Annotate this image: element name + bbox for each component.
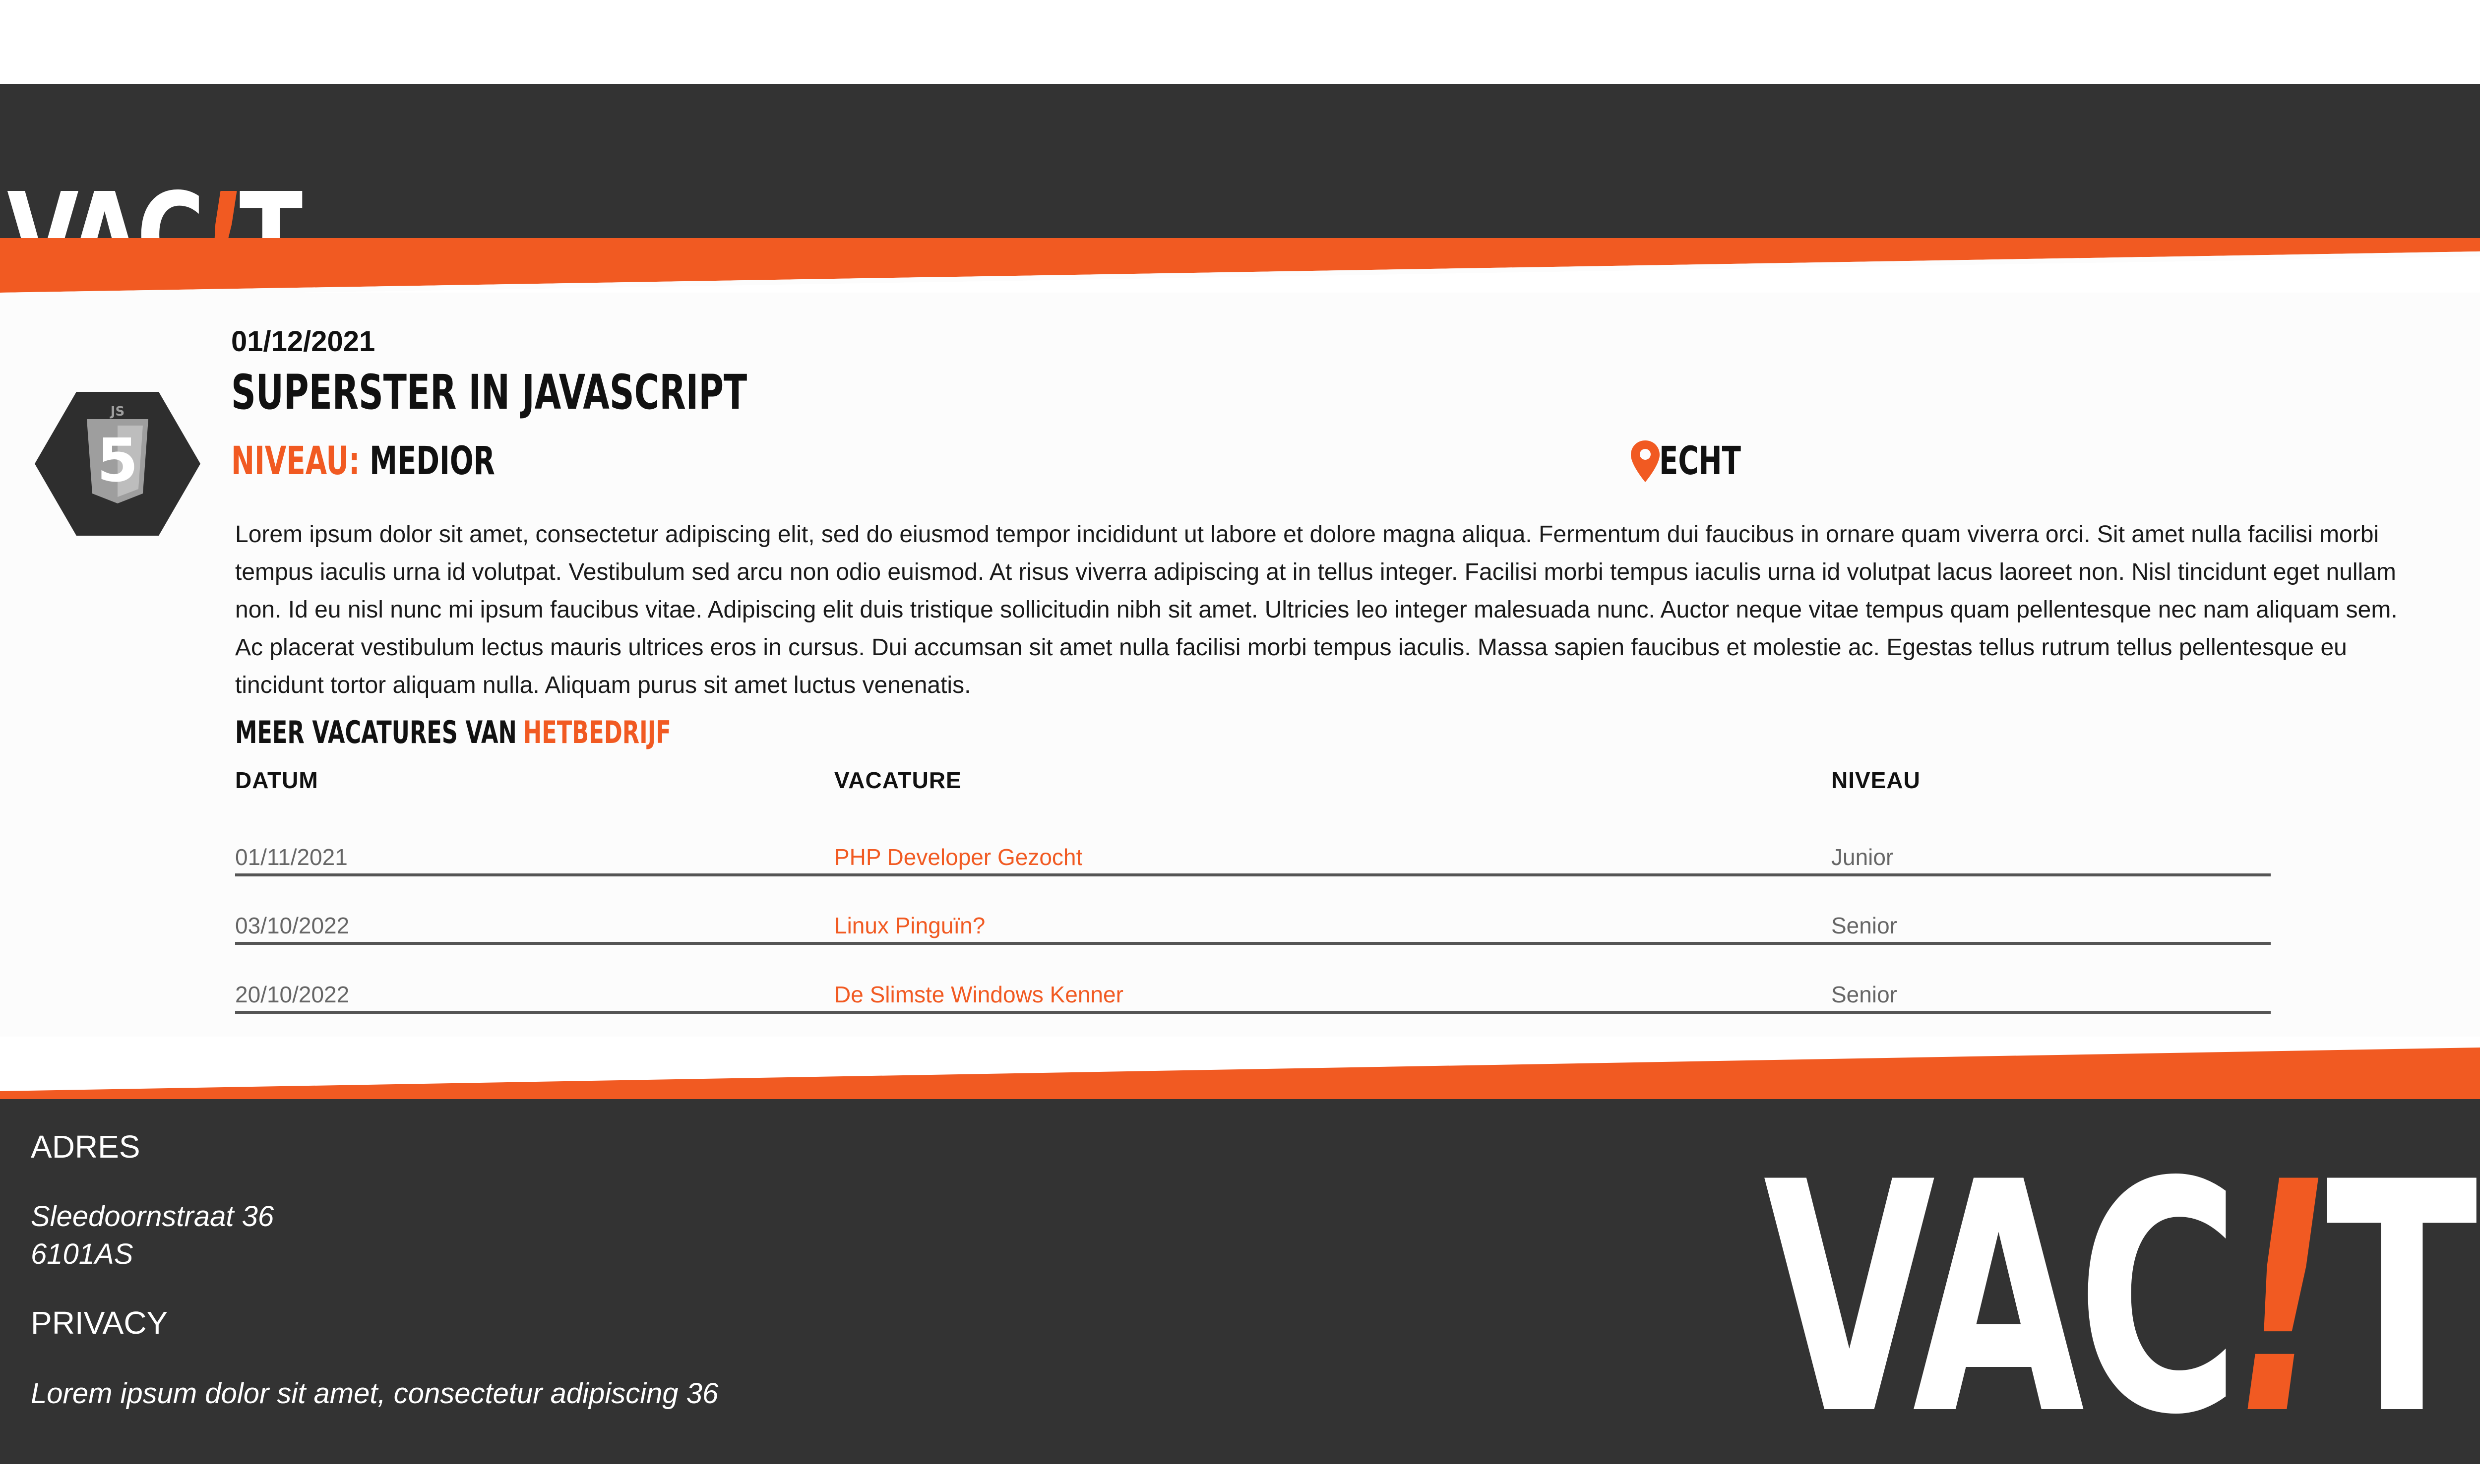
job-level: NIVEAU: MEDIOR (231, 439, 495, 484)
column-header-vacancy: VACATURE (834, 767, 962, 793)
logo-text-prefix: VAC (1763, 1114, 2240, 1484)
row-vacancy-link[interactable]: PHP Developer Gezocht (834, 844, 1082, 870)
table-row: 20/10/2022 De Slimste Windows Kenner Sen… (235, 981, 2271, 1014)
row-date: 20/10/2022 (235, 982, 350, 1007)
row-level: Senior (1831, 982, 1897, 1007)
row-level: Junior (1831, 844, 1894, 870)
column-header-date: DATUM (235, 767, 318, 793)
footer-orange-stripe (0, 1047, 2480, 1101)
job-date: 01/12/2021 (231, 325, 375, 358)
job-location-text: ECHT (1659, 439, 1741, 484)
job-title: SUPERSTER IN JAVASCRIPT (231, 365, 747, 420)
column-header-level: NIVEAU (1831, 767, 1921, 793)
address-street: Sleedoornstraat 36 (31, 1200, 274, 1233)
row-level: Senior (1831, 913, 1897, 938)
js-shield-icon: JS 5 (35, 392, 200, 536)
header-orange-stripe (0, 238, 2480, 293)
table-row: 03/10/2022 Linux Pinguïn? Senior (235, 912, 2271, 945)
privacy-heading: PRIVACY (31, 1305, 168, 1341)
privacy-text: Lorem ipsum dolor sit amet, consectetur … (31, 1377, 719, 1410)
svg-text:JS: JS (110, 404, 124, 419)
row-vacancy-link[interactable]: De Slimste Windows Kenner (834, 981, 1123, 1008)
address-heading: ADRES (31, 1129, 140, 1165)
svg-text:5: 5 (97, 427, 138, 495)
logo-exclamation: ! (2232, 1114, 2334, 1484)
row-date: 01/11/2021 (235, 844, 348, 870)
table-row: 01/11/2021 PHP Developer Gezocht Junior (235, 844, 2271, 876)
row-date: 03/10/2022 (235, 913, 350, 938)
location-pin-icon (1631, 440, 1660, 482)
site-header: VAC! T REGISTREREN INLOGGEN (0, 84, 2480, 301)
job-level-value: MEDIOR (370, 439, 495, 484)
job-location: ECHT (1629, 439, 1773, 484)
address-postcode: 6101AS (31, 1238, 133, 1270)
footer-logo: VAC! T (1763, 1114, 2478, 1484)
logo-text-suffix: T (2326, 1114, 2478, 1484)
company-link[interactable]: HETBEDRIJF (523, 714, 671, 750)
row-vacancy-link[interactable]: Linux Pinguïn? (834, 912, 985, 939)
top-blank-strip (0, 0, 2480, 84)
more-vacancies-label: MEER VACATURES VAN (235, 714, 517, 750)
job-description: Lorem ipsum dolor sit amet, consectetur … (235, 521, 2398, 698)
job-level-label: NIVEAU: (231, 439, 360, 484)
more-vacancies-heading: MEER VACATURES VAN HETBEDRIJF (235, 714, 671, 750)
